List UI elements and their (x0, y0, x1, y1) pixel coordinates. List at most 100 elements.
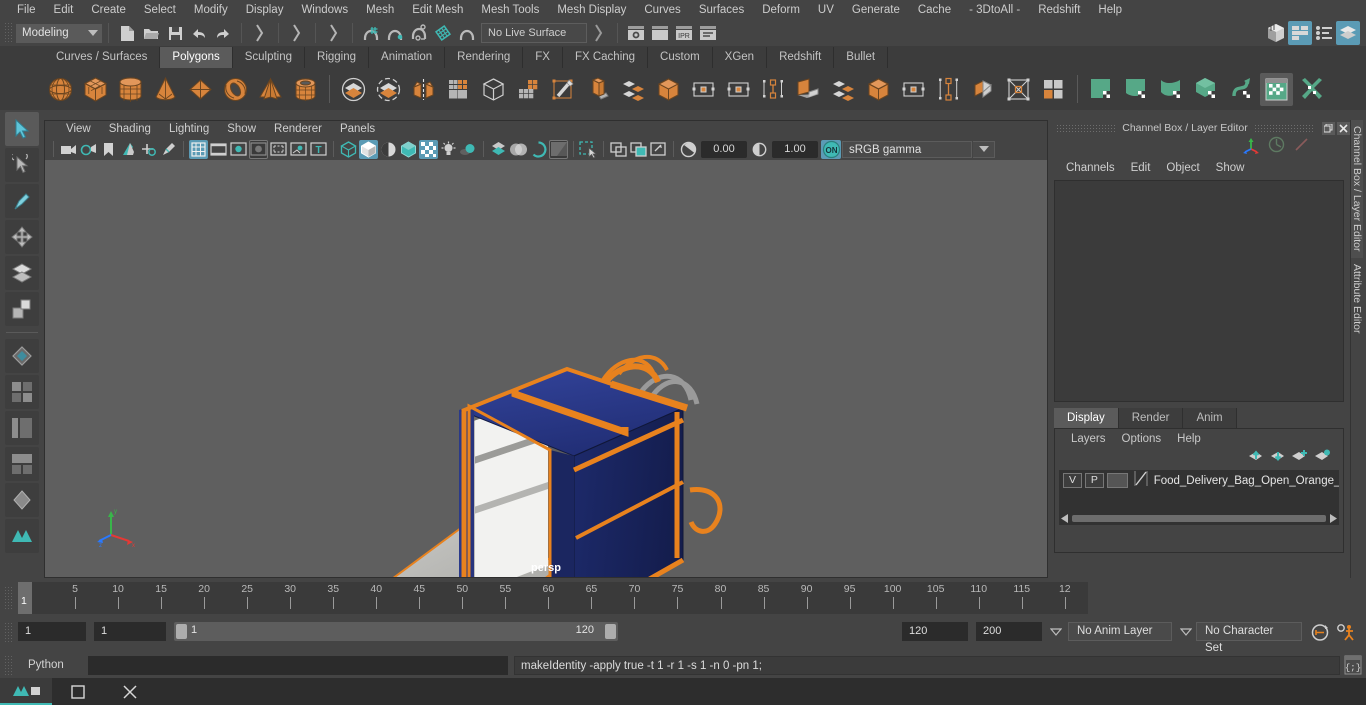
viewport-menu-show[interactable]: Show (218, 121, 265, 138)
bevel-icon[interactable] (547, 73, 580, 106)
redo-render-icon[interactable] (648, 21, 672, 45)
shelf-tab-rendering[interactable]: Rendering (445, 47, 524, 68)
multisample-aa-icon[interactable] (529, 140, 548, 159)
shade-hard-edges-icon[interactable] (379, 140, 398, 159)
no-symmetry-icon[interactable] (1293, 136, 1310, 158)
shelf-tab-sculpting[interactable]: Sculpting (232, 47, 306, 68)
camera-attributes-icon[interactable] (79, 140, 98, 159)
snap-to-curve-icon[interactable] (383, 21, 407, 45)
side-tab-attribute-editor[interactable]: Attribute Editor (1351, 258, 1363, 339)
use-default-lighting-icon[interactable] (439, 140, 458, 159)
command-language-label[interactable]: Python (16, 659, 88, 671)
channel-box-menu-show[interactable]: Show (1208, 162, 1253, 174)
viewport-3d-scene[interactable]: persp y x z (45, 160, 1047, 577)
uv-spherical-map-icon[interactable] (1155, 73, 1188, 106)
poly-uv-icon[interactable] (897, 73, 930, 106)
layer-tab-anim[interactable]: Anim (1183, 408, 1237, 428)
two-d-pan-zoom-icon[interactable] (139, 140, 158, 159)
shelf-tab-animation[interactable]: Animation (369, 47, 446, 68)
range-start-handle[interactable] (176, 624, 187, 639)
move-tool[interactable] (5, 220, 39, 254)
layer-shading-icon[interactable] (1134, 470, 1148, 491)
range-slider-gripper[interactable] (4, 622, 13, 642)
cycle-check-icon[interactable] (1268, 136, 1285, 158)
menu-generate[interactable]: Generate (843, 0, 909, 20)
xray-icon[interactable] (609, 140, 628, 159)
show-hide-modeling-toolkit-icon[interactable] (1264, 21, 1288, 45)
viewport-menu-shading[interactable]: Shading (100, 121, 160, 138)
channel-box-content[interactable] (1054, 180, 1344, 402)
shelf-tab-rigging[interactable]: Rigging (305, 47, 370, 68)
script-editor-icon[interactable]: {;} (1344, 655, 1362, 675)
quadrangulate-icon[interactable] (827, 73, 860, 106)
menu-uv[interactable]: UV (809, 0, 843, 20)
maya-logo-icon[interactable] (5, 519, 39, 553)
new-scene-icon[interactable] (115, 21, 139, 45)
shelf-tab-redshift[interactable]: Redshift (767, 47, 835, 68)
screen-space-ao-icon[interactable] (489, 140, 508, 159)
layer-name[interactable]: Food_Delivery_Bag_Open_Orange_Bl (1154, 475, 1339, 487)
polygon-pyramid-icon[interactable] (254, 73, 287, 106)
select-by-object-icon[interactable] (285, 21, 309, 45)
shelf-tab-fx-caching[interactable]: FX Caching (562, 47, 649, 68)
character-set-selector[interactable]: No Character Set (1196, 622, 1302, 654)
channel-box-menu-object[interactable]: Object (1158, 162, 1207, 174)
snap-to-grid-icon[interactable] (359, 21, 383, 45)
new-layer-icon[interactable] (1291, 449, 1308, 467)
menu-surfaces[interactable]: Surfaces (690, 0, 753, 20)
scale-tool[interactable] (5, 292, 39, 326)
show-hide-attribute-editor-icon[interactable] (1288, 21, 1312, 45)
polygon-cylinder-icon[interactable] (114, 73, 147, 106)
live-surface-field[interactable]: No Live Surface (481, 23, 587, 43)
shade-textured-toggle-icon[interactable] (399, 140, 418, 159)
xray-active-components-icon[interactable] (649, 140, 668, 159)
range-end-handle[interactable] (605, 624, 616, 639)
four-view-layout[interactable] (5, 375, 39, 409)
time-slider-track[interactable]: 1 5 10 15 20 25 30 35 40 45 50 55 60 65 70 75 80 85 90 95 1… (18, 582, 1088, 614)
layer-visibility-toggle[interactable]: V (1063, 473, 1082, 488)
bookmark-icon[interactable] (99, 140, 118, 159)
shelf-tab-polygons[interactable]: Polygons (160, 47, 233, 68)
anim-layer-dropdown-icon[interactable] (1178, 622, 1194, 641)
layer-menu-help[interactable]: Help (1169, 433, 1209, 445)
gate-mask-icon[interactable] (249, 139, 268, 159)
layer-tab-render[interactable]: Render (1118, 408, 1184, 428)
panel-close-icon[interactable] (1337, 121, 1350, 135)
image-plane-icon[interactable] (119, 140, 138, 159)
mirror-geometry-icon[interactable] (407, 73, 440, 106)
menu-display[interactable]: Display (237, 0, 293, 20)
show-hide-tool-settings-icon[interactable] (1312, 21, 1336, 45)
anim-start-time-field[interactable]: 1 (18, 622, 86, 641)
make-live-icon[interactable] (455, 21, 479, 45)
layer-playback-toggle[interactable]: P (1084, 473, 1104, 488)
select-camera-icon[interactable] (59, 140, 78, 159)
uv-editor-icon[interactable] (1260, 72, 1293, 106)
anim-end-time-field[interactable]: 200 (976, 622, 1042, 641)
lasso-select-tool[interactable] (5, 148, 39, 182)
playback-speed-dropdown-icon[interactable] (1048, 622, 1064, 641)
uv-snapshot-icon[interactable] (1295, 73, 1328, 106)
xray-joints-icon[interactable] (629, 140, 648, 159)
uv-shell-icon[interactable] (967, 73, 1000, 106)
hypergraph-persp-layout[interactable] (5, 447, 39, 481)
ipr-render-icon[interactable]: IPR (672, 21, 696, 45)
safe-title-icon[interactable]: T (309, 140, 328, 159)
isolate-select-icon[interactable] (579, 140, 598, 159)
polygon-plane-icon[interactable] (184, 73, 217, 106)
wireframe-icon[interactable] (339, 140, 358, 159)
shade-textured-icon[interactable] (419, 139, 438, 159)
polygon-torus-icon[interactable] (219, 73, 252, 106)
multi-cut-icon[interactable] (582, 73, 615, 106)
scrollbar-thumb[interactable] (1072, 515, 1326, 522)
exposure-icon[interactable] (679, 140, 698, 159)
uv-cylindrical-map-icon[interactable] (1120, 73, 1153, 106)
animation-preferences-icon[interactable] (1336, 623, 1356, 647)
rotate-tool[interactable] (5, 256, 39, 290)
smooth-icon[interactable] (442, 73, 475, 106)
menu-select[interactable]: Select (135, 0, 185, 20)
layer-list-scrollbar[interactable] (1061, 514, 1337, 523)
grease-pencil-icon[interactable] (159, 140, 178, 159)
exposure-field[interactable]: 0.00 (701, 140, 747, 158)
axis-orientation-icon[interactable] (1242, 136, 1260, 159)
save-scene-icon[interactable] (163, 21, 187, 45)
